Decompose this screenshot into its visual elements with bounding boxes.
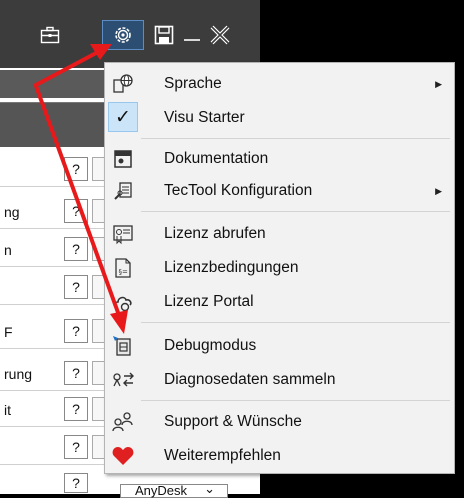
menu-item-label: Dokumentation (164, 150, 269, 167)
row-label: ng (4, 204, 20, 220)
menu-separator (141, 400, 450, 401)
license-fetch-icon (109, 220, 137, 248)
menu-item-weiterempfehlen[interactable]: Weiterempfehlen (105, 439, 454, 473)
help-button[interactable]: ? (64, 275, 88, 299)
menu-item-label: Lizenz Portal (164, 293, 254, 310)
config-tool-icon (109, 177, 137, 205)
help-button[interactable]: ? (64, 157, 88, 181)
row-label: rung (4, 366, 33, 382)
menu-separator (141, 322, 450, 323)
language-globe-icon (109, 70, 137, 98)
chevron-down-icon: ⌄ (204, 481, 215, 496)
heart-icon (109, 442, 137, 470)
menu-item-lizenzbedingungen[interactable]: §= Lizenzbedingungen (105, 251, 454, 285)
menu-item-tectool-konfiguration[interactable]: TecTool Konfiguration ▶ (105, 175, 454, 207)
help-button[interactable]: ? (64, 473, 88, 493)
menu-item-label: Lizenzbedingungen (164, 259, 299, 276)
menu-item-debugmodus[interactable]: Debugmodus (105, 329, 454, 363)
menu-item-label: Debugmodus (164, 337, 257, 354)
settings-menu: Sprache ▶ ✓ Visu Starter Dokumentation T… (104, 62, 455, 474)
submenu-arrow-icon: ▶ (435, 186, 442, 196)
cloud-portal-icon (109, 288, 137, 316)
gear-icon[interactable] (102, 20, 144, 50)
documentation-icon (109, 145, 137, 173)
menu-item-label: Diagnosedaten sammeln (164, 371, 336, 388)
menu-item-label: Sprache (164, 75, 222, 92)
menu-item-label: Lizenz abrufen (164, 225, 266, 242)
menu-item-support-wuensche[interactable]: Support & Wünsche (105, 405, 454, 439)
debug-icon (109, 332, 137, 360)
row-label: n (4, 242, 12, 258)
help-button[interactable]: ? (64, 237, 88, 261)
svg-text:§=: §= (119, 268, 129, 276)
menu-item-label: Support & Wünsche (164, 413, 302, 430)
menu-item-visu-starter[interactable]: ✓ Visu Starter (105, 101, 454, 135)
help-button[interactable]: ? (64, 397, 88, 421)
license-terms-icon: §= (109, 254, 137, 282)
row-label: it (4, 402, 11, 418)
menu-item-lizenz-portal[interactable]: Lizenz Portal (105, 285, 454, 319)
diagnose-icon (109, 366, 137, 394)
minimize-icon[interactable] (178, 20, 206, 50)
remote-tool-select[interactable]: AnyDesk ⌄ (120, 481, 228, 498)
menu-item-lizenz-abrufen[interactable]: Lizenz abrufen (105, 217, 454, 251)
close-icon[interactable] (206, 20, 234, 50)
support-users-icon (109, 408, 137, 436)
help-button[interactable]: ? (64, 361, 88, 385)
briefcase-icon[interactable] (36, 20, 64, 50)
menu-separator (141, 211, 450, 212)
remote-tool-select-value: AnyDesk (135, 483, 188, 498)
menu-item-label: Visu Starter (164, 109, 245, 126)
checkmark-icon: ✓ (108, 102, 138, 132)
menu-item-label: Weiterempfehlen (164, 447, 281, 464)
menu-separator (141, 138, 450, 139)
window-titlebar (0, 0, 260, 68)
menu-item-dokumentation[interactable]: Dokumentation (105, 143, 454, 175)
row-label: F (4, 324, 13, 340)
help-button[interactable]: ? (64, 435, 88, 459)
menu-item-label: TecTool Konfiguration (164, 182, 313, 199)
save-icon[interactable] (150, 20, 178, 50)
help-button[interactable]: ? (64, 319, 88, 343)
menu-item-sprache[interactable]: Sprache ▶ (105, 67, 454, 101)
menu-item-diagnosedaten-sammeln[interactable]: Diagnosedaten sammeln (105, 363, 454, 397)
submenu-arrow-icon: ▶ (435, 79, 442, 89)
help-button[interactable]: ? (64, 199, 88, 223)
